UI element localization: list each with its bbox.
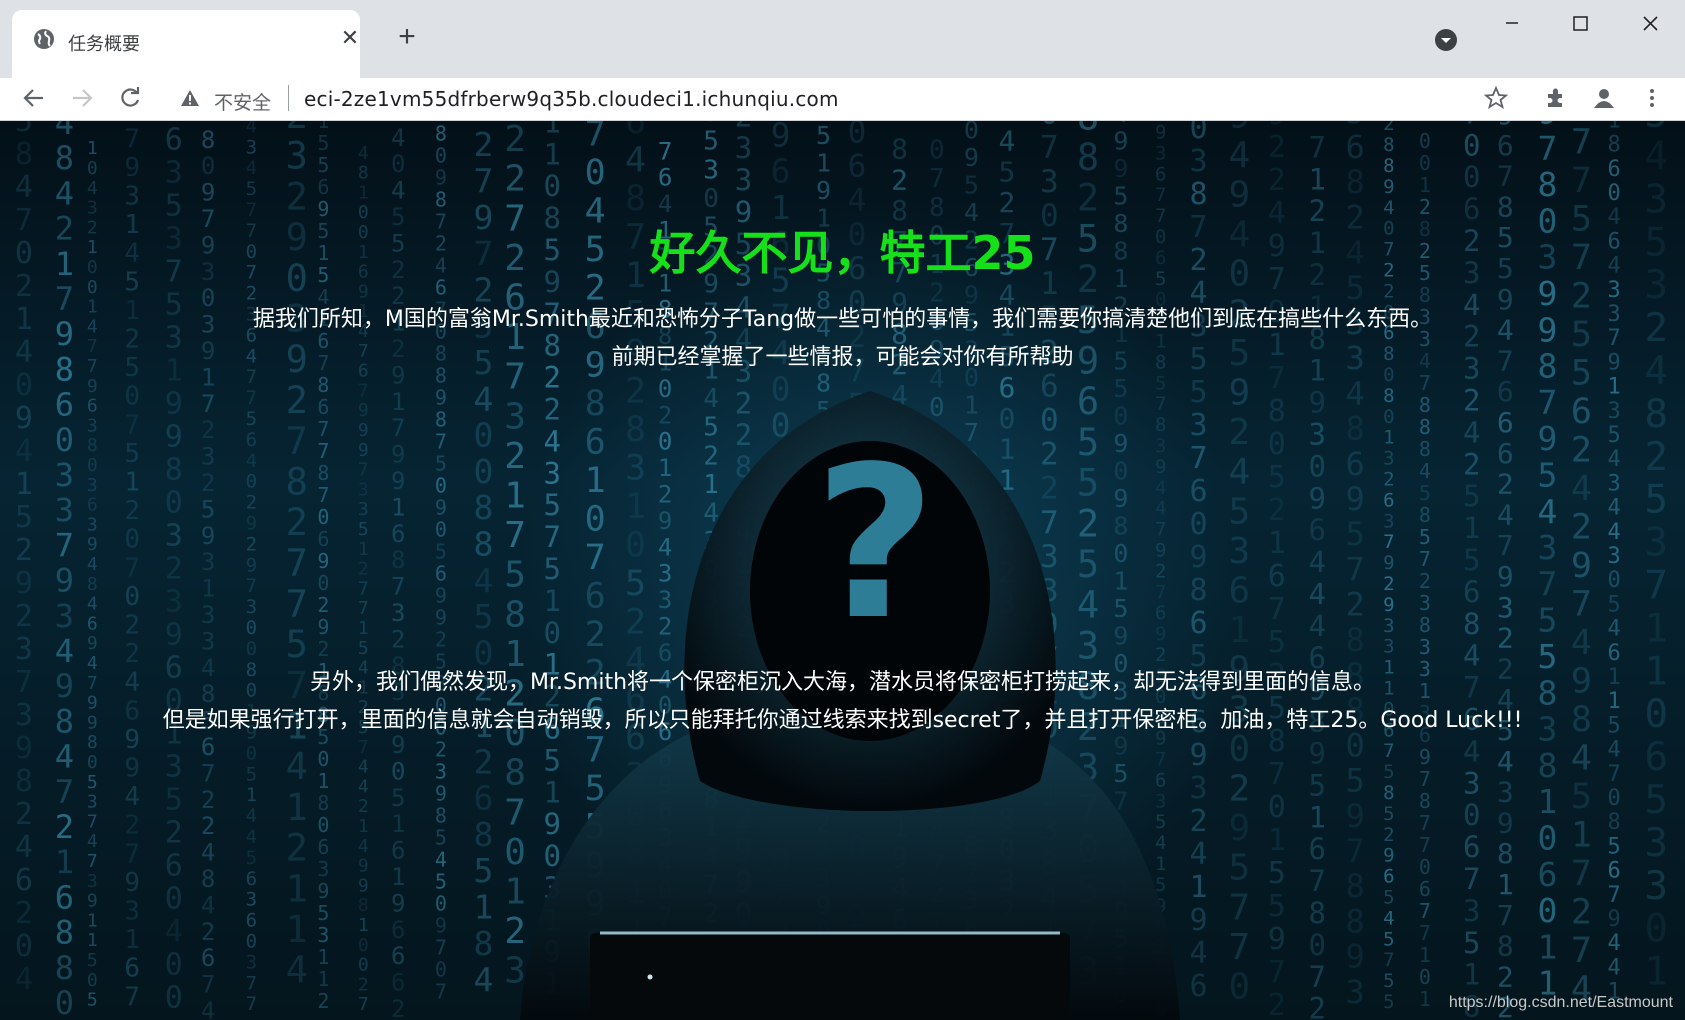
new-tab-button[interactable]: + <box>392 22 422 52</box>
mission-line-1: 另外，我们偶然发现，Mr.Smith将一个保密柜沉入大海，潜水员将保密柜打捞起来… <box>309 670 1376 695</box>
menu-icon[interactable] <box>1636 82 1668 114</box>
url-text[interactable]: eci-2ze1vm55dfrberw9q35b.cloudeci1.ichun… <box>304 87 839 111</box>
maximize-icon[interactable] <box>1552 8 1608 48</box>
forward-icon[interactable] <box>66 82 98 114</box>
omnibox-divider <box>288 85 289 111</box>
extensions-icon[interactable] <box>1540 82 1572 114</box>
minimize-icon[interactable] <box>1484 8 1540 48</box>
globe-icon <box>32 27 56 51</box>
close-icon[interactable] <box>1622 8 1678 48</box>
intro-line-1: 据我们所知，M国的富翁Mr.Smith最近和恐怖分子Tang做一些可怕的事情，我… <box>252 307 1433 332</box>
tab-close-icon[interactable]: ✕ <box>336 24 364 52</box>
browser-chrome: 任务概要 ✕ + 不安全 eci-2ze1vm55dfrberw9q35b.cl… <box>0 0 1685 121</box>
warning-icon[interactable] <box>180 88 200 108</box>
tab-search-icon[interactable] <box>1432 26 1460 54</box>
profile-icon[interactable] <box>1588 82 1620 114</box>
back-icon[interactable] <box>18 82 50 114</box>
browser-tab[interactable]: 任务概要 ✕ <box>12 10 360 78</box>
security-label[interactable]: 不安全 <box>214 88 271 115</box>
toolbar: 不安全 eci-2ze1vm55dfrberw9q35b.cloudeci1.i… <box>0 78 1685 120</box>
mission-line-2: 但是如果强行打开，里面的信息就会自动销毁，所以只能拜托你通过线索来找到secre… <box>162 708 1523 733</box>
page-viewport: 5847021409415292373982462044842179860337… <box>0 121 1685 1020</box>
watermark: https://blog.csdn.net/Eastmount <box>1448 994 1673 1011</box>
tab-title: 任务概要 <box>68 34 140 55</box>
star-icon[interactable] <box>1480 82 1512 114</box>
question-mark: ? <box>814 421 936 666</box>
page-title: 好久不见，特工25 <box>649 226 1036 280</box>
reload-icon[interactable] <box>114 82 146 114</box>
title-bar: 任务概要 ✕ + <box>0 0 1685 78</box>
address-bar[interactable]: 不安全 eci-2ze1vm55dfrberw9q35b.cloudeci1.i… <box>170 78 1550 118</box>
intro-line-2: 前期已经掌握了一些情报，可能会对你有所帮助 <box>611 345 1074 370</box>
